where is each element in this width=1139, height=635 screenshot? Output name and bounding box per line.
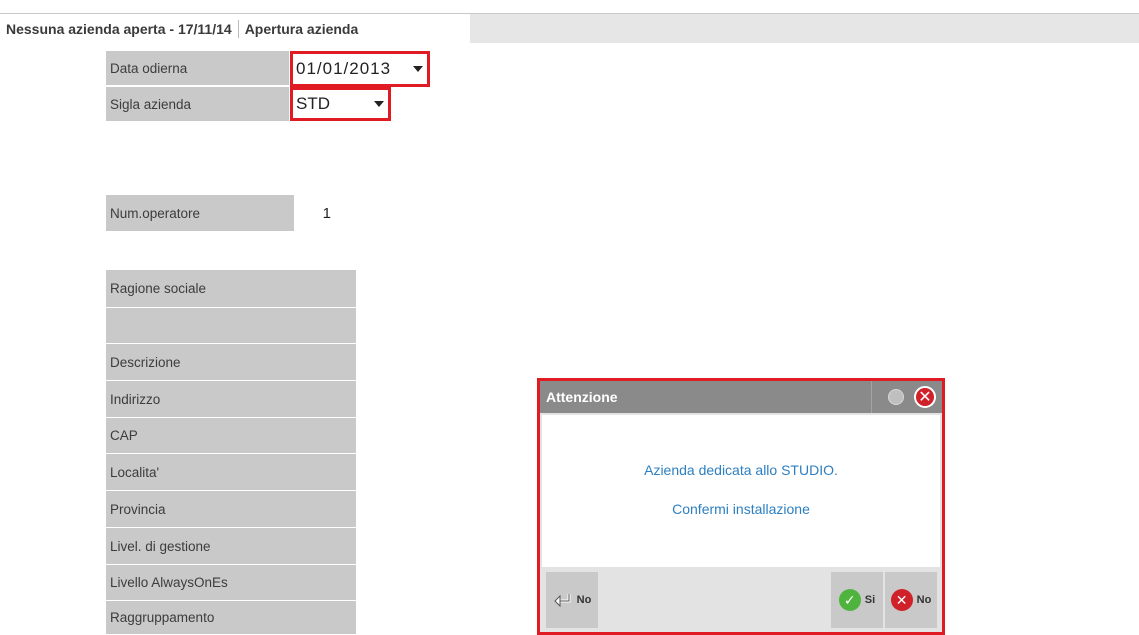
no-enter-button[interactable]: No — [546, 572, 598, 628]
active-tab-label: Apertura azienda — [244, 20, 359, 37]
label-descrizione: Descrizione — [106, 344, 356, 381]
x-icon: ✕ — [890, 589, 913, 611]
check-icon: ✓ — [838, 589, 861, 611]
label-livel-gestione: Livel. di gestione — [106, 528, 356, 565]
no-button[interactable]: ✕ No — [885, 572, 937, 628]
title-separator — [871, 381, 872, 413]
yes-label: Si — [864, 594, 876, 606]
no-label: No — [916, 594, 932, 606]
top-tab-bar: Nessuna azienda aperta - 17/11/14 Apertu… — [0, 13, 1139, 43]
chevron-down-icon[interactable] — [374, 101, 384, 107]
dialog-message-line1: Azienda dedicata allo STUDIO. — [644, 462, 838, 478]
tab-apertura-azienda[interactable]: Nessuna azienda aperta - 17/11/14 Apertu… — [0, 14, 470, 43]
data-odierna-value: 01/01/2013 — [296, 59, 392, 78]
dialog-title: Attenzione — [546, 389, 618, 405]
tab-separator — [237, 19, 239, 38]
label-blank — [106, 308, 356, 344]
data-odierna-label: Data odierna — [106, 51, 289, 85]
enter-icon — [553, 594, 571, 608]
sigla-azienda-field[interactable]: STD — [290, 87, 391, 121]
label-ragione-sociale: Ragione sociale — [106, 270, 356, 308]
label-indirizzo: Indirizzo — [106, 381, 356, 418]
yes-button[interactable]: ✓ Si — [831, 572, 883, 628]
dialog-message-line2: Confermi installazione — [672, 501, 810, 517]
sigla-azienda-value: STD — [296, 94, 330, 113]
num-operatore-value: 1 — [322, 204, 331, 222]
minimize-dot-icon[interactable] — [888, 389, 904, 405]
label-raggruppamento: Raggruppamento — [106, 601, 356, 635]
sigla-azienda-label: Sigla azienda — [106, 87, 289, 121]
attention-dialog: Attenzione ✕ Azienda dedicata allo STUDI… — [537, 378, 945, 635]
num-operatore-label: Num.operatore — [106, 195, 294, 231]
no-enter-label: No — [576, 594, 592, 606]
label-localita: Localita' — [106, 454, 356, 491]
label-provincia: Provincia — [106, 491, 356, 528]
label-livello-alwaysones: Livello AlwaysOnEs — [106, 565, 356, 601]
num-operatore-input[interactable]: 1 — [295, 195, 335, 231]
label-cap: CAP — [106, 418, 356, 454]
chevron-down-icon[interactable] — [413, 66, 423, 72]
dialog-body: Azienda dedicata allo STUDIO. Confermi i… — [542, 415, 940, 567]
close-icon[interactable]: ✕ — [914, 386, 936, 408]
context-label: Nessuna azienda aperta - 17/11/14 — [6, 20, 232, 37]
dialog-title-bar: Attenzione ✕ — [540, 381, 942, 413]
data-odierna-field[interactable]: 01/01/2013 — [290, 51, 430, 87]
